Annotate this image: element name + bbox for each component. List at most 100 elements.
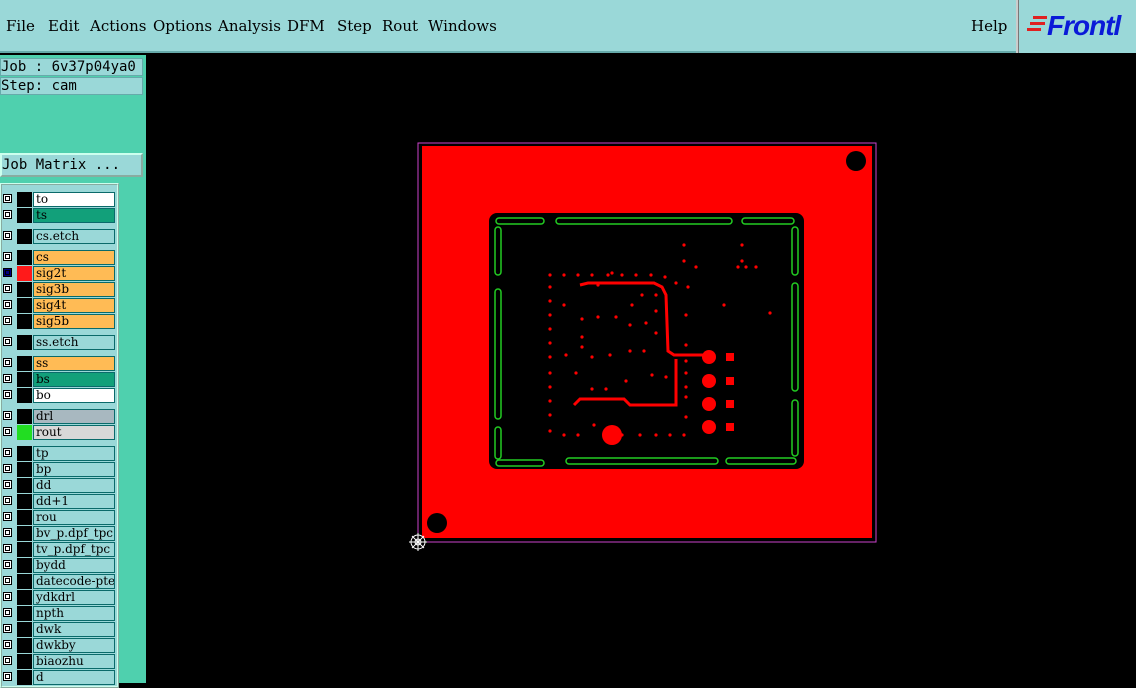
layer-row[interactable]: bp [2, 462, 117, 477]
layer-name[interactable]: ts [33, 208, 115, 223]
menu-step[interactable]: Step [337, 17, 372, 35]
layer-select-checkbox[interactable] [3, 544, 12, 553]
layer-row[interactable]: ydkdrl [2, 590, 117, 605]
menu-edit[interactable]: Edit [48, 17, 79, 35]
layer-color-swatch[interactable] [17, 192, 32, 207]
layer-row[interactable]: to [2, 192, 117, 207]
layer-row[interactable]: ts [2, 208, 117, 223]
layer-row[interactable]: bv_p.dpf_tpc [2, 526, 117, 541]
layer-select-checkbox[interactable] [3, 672, 12, 681]
layer-color-swatch[interactable] [17, 574, 32, 589]
layer-color-swatch[interactable] [17, 606, 32, 621]
layer-name[interactable]: bp [33, 462, 115, 477]
menu-help[interactable]: Help [971, 17, 1007, 35]
layer-row[interactable]: sig5b [2, 314, 117, 329]
layer-color-swatch[interactable] [17, 542, 32, 557]
layer-row[interactable]: dwk [2, 622, 117, 637]
layer-color-swatch[interactable] [17, 250, 32, 265]
menu-actions[interactable]: Actions [90, 17, 146, 35]
layer-row[interactable]: ss.etch [2, 335, 117, 350]
layer-row[interactable]: dwkby [2, 638, 117, 653]
layer-name[interactable]: bydd [33, 558, 115, 573]
layer-select-checkbox[interactable] [3, 512, 12, 521]
layer-row[interactable]: bydd [2, 558, 117, 573]
layer-row[interactable]: tp [2, 446, 117, 461]
layer-select-checkbox[interactable] [3, 427, 12, 436]
menu-options[interactable]: Options [153, 17, 212, 35]
layer-row[interactable]: npth [2, 606, 117, 621]
layer-select-checkbox[interactable] [3, 464, 12, 473]
layer-row[interactable]: dd [2, 478, 117, 493]
layer-name[interactable]: ydkdrl [33, 590, 115, 605]
layer-color-swatch[interactable] [17, 388, 32, 403]
layer-select-checkbox[interactable] [3, 390, 12, 399]
layer-row[interactable]: bo [2, 388, 117, 403]
layer-select-checkbox[interactable] [3, 358, 12, 367]
layer-row[interactable]: rou [2, 510, 117, 525]
layer-name[interactable]: biaozhu [33, 654, 115, 669]
layer-select-checkbox[interactable] [3, 411, 12, 420]
layer-select-checkbox[interactable] [3, 624, 12, 633]
layer-select-checkbox[interactable] [3, 576, 12, 585]
layer-name[interactable]: npth [33, 606, 115, 621]
layer-name[interactable]: sig2t [33, 266, 115, 281]
layer-select-checkbox[interactable] [3, 252, 12, 261]
layer-select-checkbox[interactable] [3, 528, 12, 537]
layer-name[interactable]: cs.etch [33, 229, 115, 244]
layer-select-checkbox[interactable] [3, 210, 12, 219]
layer-color-swatch[interactable] [17, 425, 32, 440]
layer-name[interactable]: tp [33, 446, 115, 461]
layer-row[interactable]: ss [2, 356, 117, 371]
layer-color-swatch[interactable] [17, 356, 32, 371]
layer-color-swatch[interactable] [17, 590, 32, 605]
layer-color-swatch[interactable] [17, 229, 32, 244]
layer-name[interactable]: bs [33, 372, 115, 387]
layer-name[interactable]: dwkby [33, 638, 115, 653]
layer-name[interactable]: bv_p.dpf_tpc [33, 526, 115, 541]
layer-name[interactable]: dwk [33, 622, 115, 637]
layer-select-checkbox[interactable] [3, 337, 12, 346]
layer-color-swatch[interactable] [17, 314, 32, 329]
layer-select-checkbox[interactable] [3, 284, 12, 293]
pcb-view[interactable] [146, 55, 1136, 683]
layer-row[interactable]: sig4t [2, 298, 117, 313]
layer-name[interactable]: drl [33, 409, 115, 424]
layer-color-swatch[interactable] [17, 526, 32, 541]
layer-select-checkbox[interactable] [3, 194, 12, 203]
layer-select-checkbox[interactable] [3, 316, 12, 325]
layer-row[interactable]: drl [2, 409, 117, 424]
layer-row[interactable]: tv_p.dpf_tpc [2, 542, 117, 557]
layer-name[interactable]: ss [33, 356, 115, 371]
layer-select-checkbox[interactable] [3, 592, 12, 601]
menu-rout[interactable]: Rout [382, 17, 418, 35]
job-matrix-button[interactable]: Job Matrix ... [0, 153, 143, 177]
layer-row[interactable]: datecode-pte [2, 574, 117, 589]
layer-name[interactable]: rout [33, 425, 115, 440]
layer-color-swatch[interactable] [17, 654, 32, 669]
layer-row[interactable]: sig3b [2, 282, 117, 297]
layer-color-swatch[interactable] [17, 622, 32, 637]
layer-row[interactable]: biaozhu [2, 654, 117, 669]
layer-name[interactable]: tv_p.dpf_tpc [33, 542, 115, 557]
layer-name[interactable]: dd [33, 478, 115, 493]
layer-select-checkbox[interactable] [3, 640, 12, 649]
layer-select-checkbox[interactable] [3, 231, 12, 240]
layer-name[interactable]: sig3b [33, 282, 115, 297]
layer-select-checkbox[interactable] [3, 374, 12, 383]
layer-color-swatch[interactable] [17, 298, 32, 313]
layer-color-swatch[interactable] [17, 266, 32, 281]
layer-name[interactable]: sig5b [33, 314, 115, 329]
layer-color-swatch[interactable] [17, 372, 32, 387]
layer-name[interactable]: bo [33, 388, 115, 403]
graphics-canvas[interactable] [146, 55, 1136, 683]
menu-file[interactable]: File [6, 17, 35, 35]
layer-row[interactable]: cs [2, 250, 117, 265]
menu-dfm[interactable]: DFM [287, 17, 325, 35]
layer-row[interactable]: sig2t [2, 266, 117, 281]
layer-name[interactable]: to [33, 192, 115, 207]
layer-color-swatch[interactable] [17, 638, 32, 653]
layer-color-swatch[interactable] [17, 558, 32, 573]
layer-color-swatch[interactable] [17, 510, 32, 525]
layer-color-swatch[interactable] [17, 478, 32, 493]
layer-row[interactable]: dd+1 [2, 494, 117, 509]
